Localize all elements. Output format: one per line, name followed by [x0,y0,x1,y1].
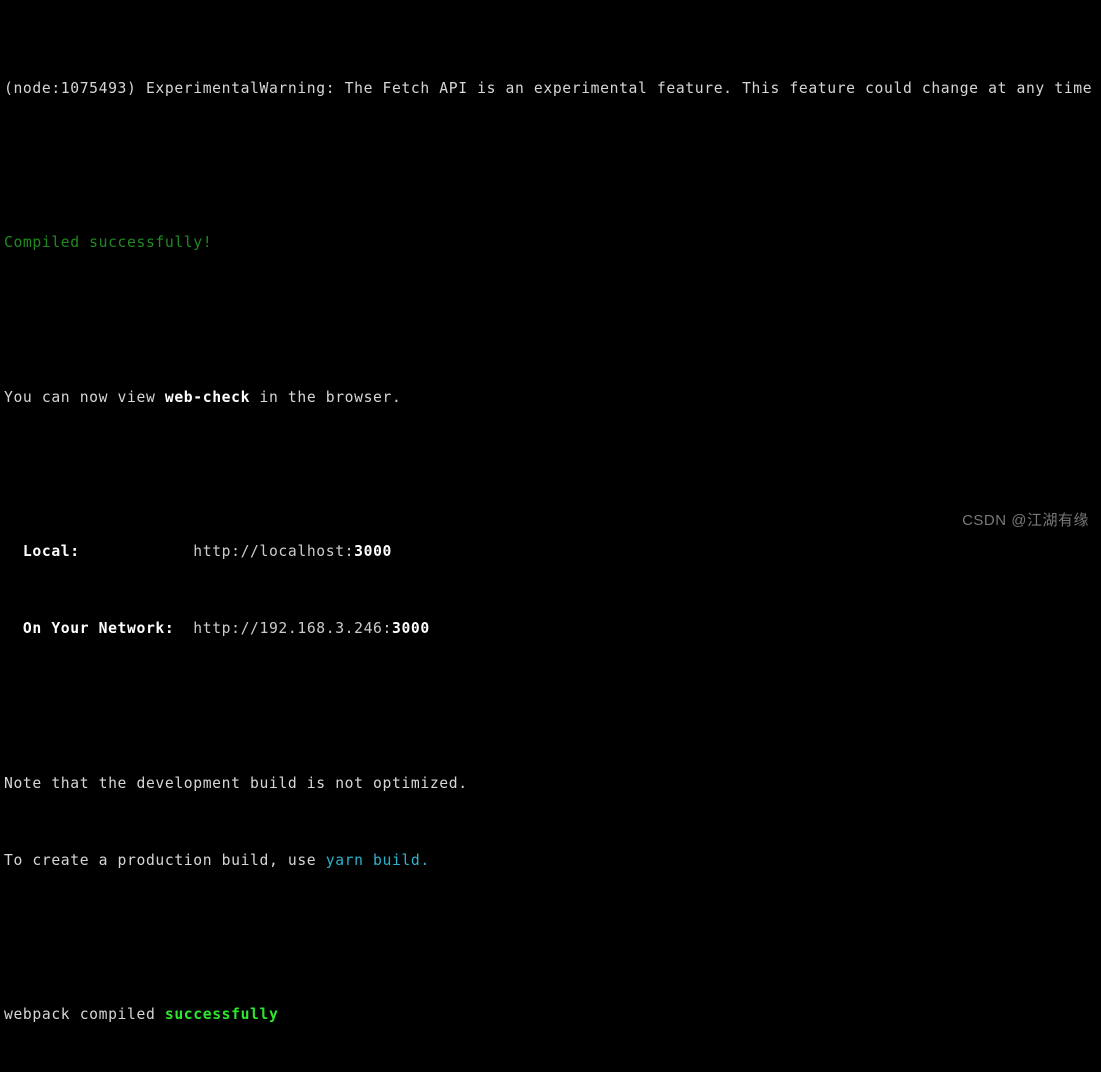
view-prefix-text: You can now view [4,388,165,406]
local-url-port[interactable]: 3000 [354,543,392,560]
network-label: On Your Network: [4,620,175,638]
terminal-window[interactable]: (node:1075493) ExperimentalWarning: The … [0,0,1101,1023]
terminal-output: (node:1075493) ExperimentalWarning: The … [4,21,1101,1072]
network-url-base[interactable]: http://192.168.3.246: [193,620,392,637]
csdn-watermark: CSDN @江湖有缘 [962,512,1089,529]
experimental-warning-text: (node:1075493) ExperimentalWarning: The … [4,79,1093,97]
view-suffix-text: in the browser. [250,388,402,406]
webpack-prefix-text: webpack compiled [4,1006,165,1024]
production-prefix-text: To create a production build, use [4,851,326,869]
production-build-line: To create a production build, use yarn b… [4,851,1101,870]
network-url-port[interactable]: 3000 [392,620,430,637]
yarn-build-command: yarn build [325,851,421,869]
view-app-line: You can now view web-check in the browse… [4,388,1101,407]
local-label: Local: [4,543,80,561]
network-url-line: On Your Network: http://192.168.3.246:30… [4,619,1101,638]
local-url-line: Local: http://localhost:3000 [4,542,1101,561]
compiled-success-line: Compiled successfully! [4,233,1101,252]
project-name-text: web-check [164,388,251,406]
network-label-spacer [174,620,193,637]
webpack-status-text: successfully [164,1006,279,1024]
webpack-compiled-line: webpack compiled successfully [4,1005,1101,1024]
local-label-spacer [80,543,194,560]
compiled-successfully-text: Compiled successfully! [4,234,213,252]
note-text: Note that the development build is not o… [4,774,468,792]
production-suffix-text: . [420,851,430,869]
note-line: Note that the development build is not o… [4,774,1101,793]
warning-line: (node:1075493) ExperimentalWarning: The … [4,79,1101,98]
local-url-base[interactable]: http://localhost: [193,543,354,560]
